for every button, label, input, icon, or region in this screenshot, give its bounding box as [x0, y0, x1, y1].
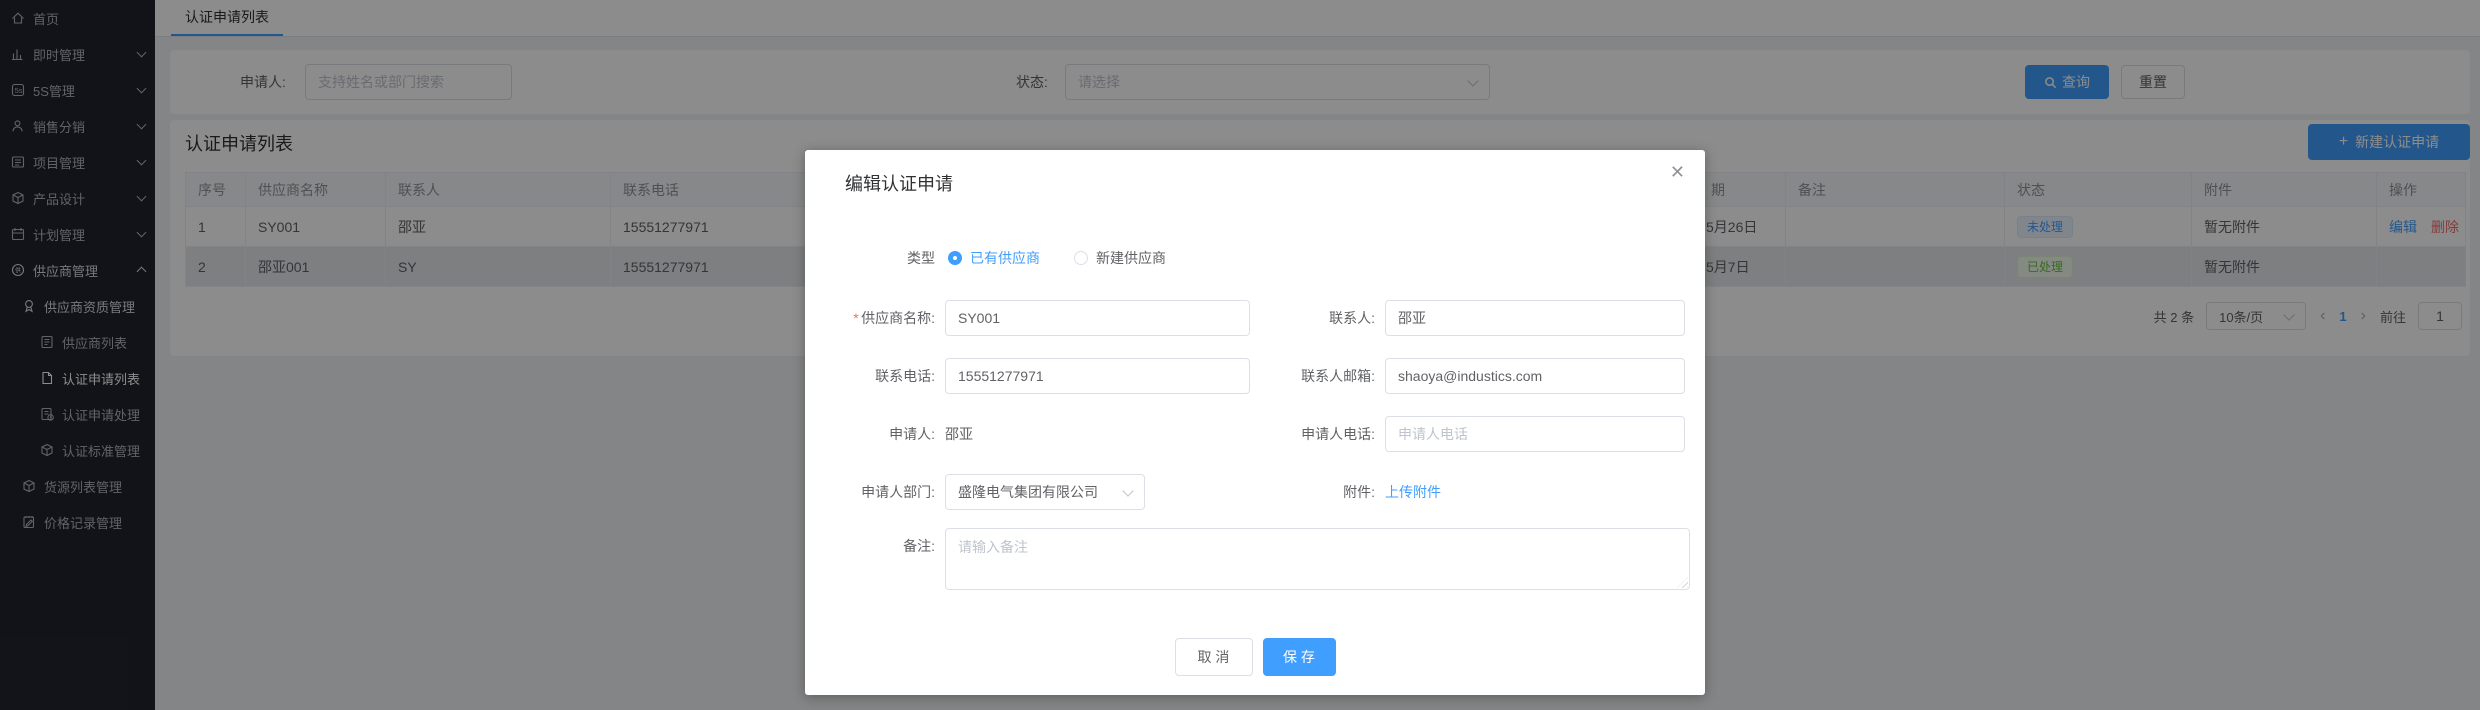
contact-input[interactable] — [1385, 300, 1685, 336]
radio-dot-icon — [948, 251, 962, 265]
applicant-phone-label: 申请人电话: — [1301, 426, 1375, 442]
radio-new-supplier[interactable]: 新建供应商 — [1074, 248, 1166, 268]
upload-attachment-link[interactable]: 上传附件 — [1385, 474, 1441, 510]
contact-label: 联系人: — [1329, 310, 1375, 326]
chevron-down-icon — [1122, 484, 1134, 497]
app-root: 首页 即时管理 5s 5S管理 销售分销 项目管理 产品设计 计划管理 供 供应… — [0, 0, 2480, 710]
supplier-name-input[interactable] — [945, 300, 1250, 336]
supplier-name-label: * 供应商名称: — [852, 310, 935, 326]
radio-dot-icon — [1074, 251, 1088, 265]
applicant-value: 邵亚 — [945, 426, 973, 442]
attachment-label: 附件: — [1343, 484, 1375, 500]
type-row: 类型 已有供应商 新建供应商 — [805, 247, 1705, 269]
close-icon[interactable]: ✕ — [1670, 162, 1685, 183]
save-button[interactable]: 保 存 — [1262, 638, 1336, 676]
remark-label: 备注: — [903, 538, 935, 554]
applicant-label: 申请人: — [889, 426, 935, 442]
applicant-phone-input[interactable] — [1385, 416, 1685, 452]
email-label: 联系人邮箱: — [1301, 368, 1375, 384]
modal-footer: 取 消 保 存 — [805, 638, 1705, 676]
dept-label: 申请人部门: — [861, 484, 935, 500]
required-asterisk: * — [852, 310, 859, 326]
remark-textarea[interactable] — [945, 528, 1690, 590]
phone-label: 联系电话: — [875, 368, 935, 384]
dept-select[interactable]: 盛隆电气集团有限公司 — [945, 474, 1145, 510]
modal-title: 编辑认证申请 — [845, 174, 953, 194]
edit-cert-application-modal: 编辑认证申请 ✕ 类型 已有供应商 新建供应商 *供应商名称: 联系人: 联 — [805, 150, 1705, 695]
phone-input[interactable] — [945, 358, 1250, 394]
supplier-type-radio-group: 已有供应商 新建供应商 — [948, 247, 1166, 269]
cancel-button[interactable]: 取 消 — [1174, 638, 1253, 676]
type-label: 类型 — [907, 250, 935, 266]
email-input[interactable] — [1385, 358, 1685, 394]
radio-existing-supplier[interactable]: 已有供应商 — [948, 248, 1040, 268]
